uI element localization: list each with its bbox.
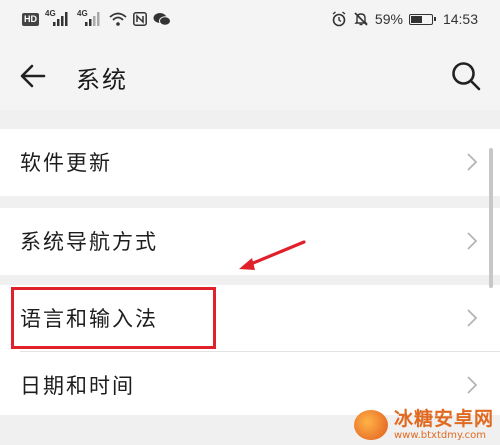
watermark: 冰糖安卓网 www.btxtdmy.com [353, 408, 494, 441]
back-button[interactable] [18, 60, 50, 92]
status-bar: HD 4G 4G 59% 14:53 [0, 0, 500, 38]
watermark-logo-icon [353, 409, 388, 440]
red-arrow-icon [239, 240, 306, 270]
signal-1-icon: 4G [45, 9, 71, 26]
alarm-icon [331, 11, 347, 27]
search-button[interactable] [450, 60, 482, 92]
chevron-right-icon [467, 309, 478, 327]
app-header: 系统 [0, 38, 500, 110]
battery-percent: 59% [374, 11, 403, 27]
group-gap [0, 275, 500, 285]
wechat-icon [153, 12, 171, 26]
signal-2-icon: 4G [77, 9, 103, 26]
hd-badge: HD [22, 12, 39, 26]
back-arrow-icon [20, 64, 46, 88]
settings-item-label: 日期和时间 [20, 374, 135, 398]
nfc-icon [133, 12, 147, 26]
clock: 14:53 [442, 11, 478, 27]
settings-item-label: 软件更新 [20, 151, 112, 175]
page-title: 系统 [76, 66, 128, 94]
battery-icon [408, 13, 436, 25]
watermark-text: 冰糖安卓网 www.btxtdmy.com [394, 408, 494, 441]
chevron-right-icon [467, 376, 478, 394]
chevron-right-icon [467, 153, 478, 171]
wifi-icon [109, 12, 127, 26]
status-left: HD 4G 4G [22, 9, 171, 28]
battery-fill [410, 15, 423, 23]
mute-icon [353, 11, 369, 27]
search-icon [452, 62, 481, 91]
watermark-url: www.btxtdmy.com [393, 430, 487, 441]
settings-item-software-update[interactable]: 软件更新 [0, 129, 500, 195]
status-right: 59% 14:53 [331, 10, 478, 28]
watermark-title: 冰糖安卓网 [393, 408, 494, 430]
highlight-box [11, 287, 216, 349]
settings-group-1: 软件更新 [0, 129, 500, 196]
settings-item-label: 系统导航方式 [20, 230, 158, 254]
scrollbar[interactable] [489, 148, 493, 288]
chevron-right-icon [467, 232, 478, 250]
